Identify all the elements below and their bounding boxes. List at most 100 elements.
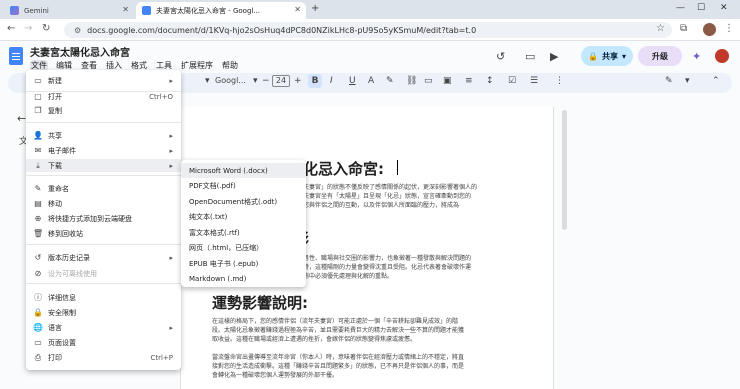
close-icon[interactable]: ✕ (294, 5, 301, 14)
add-shortcut-icon: ⊕ (34, 214, 42, 223)
download-format-option[interactable]: 网页（.html，已压缩） (181, 241, 306, 256)
meet-icon[interactable]: ▶ (550, 50, 558, 63)
decrease-font-button[interactable]: − (262, 76, 270, 86)
menu-help[interactable]: 帮助 (221, 60, 239, 71)
site-info-icon[interactable]: ⚙ (74, 26, 81, 35)
url-input[interactable]: ⚙ docs.google.com/document/d/1KVq-hjo2sO… (64, 22, 672, 38)
submenu-arrow-icon: ▸ (169, 146, 173, 155)
reload-icon[interactable]: ↻ (42, 23, 50, 34)
file-menu-item[interactable]: 🗑 移到回收站 (26, 227, 181, 240)
more-options-button[interactable]: ⋮ (555, 76, 564, 86)
italic-button[interactable]: I (330, 76, 333, 86)
file-menu-item[interactable]: ⎙ 打印 Ctrl+P (26, 351, 181, 364)
minimize-button[interactable]: — (676, 3, 685, 13)
increase-font-button[interactable]: + (294, 76, 302, 86)
bookmark-icon[interactable]: ☆ (656, 23, 665, 34)
heading-1: 化忌入命宮: (303, 160, 384, 178)
close-icon[interactable]: ✕ (122, 5, 129, 14)
download-format-option[interactable]: PDF文档(.pdf) (181, 179, 306, 194)
submenu-arrow-icon: ▸ (169, 76, 173, 85)
paragraph-4: 當流盤命宮出畫傳導至流年命宮（你本人）時，意味著伴侶在經濟壓力或情緒上的不穩定，… (212, 353, 542, 380)
menu-divider (26, 244, 181, 245)
history-icon[interactable]: ↺ (496, 50, 505, 63)
docs-icon (142, 6, 151, 15)
paragraph-line: 會轉化為一種破壞您個人運勢發展的外部干擾。 (212, 372, 339, 379)
download-format-option[interactable]: Markdown (.md) (181, 272, 306, 287)
file-menu-item[interactable]: ⊕ 将快捷方式添加到云端硬盘 (26, 212, 181, 225)
file-menu-item[interactable]: ❐ 复制 (26, 104, 181, 117)
document-title[interactable]: 夫妻宮太陽化忌入命宮 (30, 44, 130, 59)
file-menu-item[interactable]: ✎ 重命名 (26, 182, 181, 195)
image-icon[interactable]: ▣ (443, 76, 452, 86)
paragraph-line: 接對您的生活造成衝擊。這種「賺錢辛苦且問題繁多」的狀態，已不再只是伴侶個人的事，… (212, 363, 465, 370)
tab-gemini[interactable]: Gemini ✕ (4, 2, 134, 19)
font-family-dropdown[interactable]: Googl... (215, 76, 246, 85)
editing-mode-button[interactable]: ✎ (665, 76, 673, 86)
file-menu-item[interactable]: ▤ 移动 (26, 197, 181, 210)
file-menu-item-label: 重命名 (48, 184, 69, 193)
file-menu-item[interactable]: ↺ 版本历史记录 ▸ (26, 251, 181, 264)
line-spacing-icon[interactable]: ↕ (486, 76, 494, 86)
hide-menus-icon[interactable]: ⌃ (712, 76, 720, 86)
tab-label: Gemini (24, 6, 49, 15)
file-menu-item[interactable]: 🔒 安全限制 (26, 306, 181, 319)
menu-divider (26, 283, 181, 284)
new-tab-button[interactable]: + (311, 3, 319, 14)
new-icon: ▭ (34, 76, 42, 85)
gemini-icon (10, 6, 19, 15)
file-menu-item[interactable]: 🌐 语言 ▸ (26, 321, 181, 334)
maximize-button[interactable]: ☐ (697, 3, 705, 13)
download-format-option[interactable]: EPUB 电子书 (.epub) (181, 256, 306, 271)
address-bar-row: ← → ↻ ⚙ docs.google.com/document/d/1KVq-… (0, 19, 740, 41)
vertical-scrollbar[interactable] (562, 110, 567, 230)
text-color-button[interactable]: A (368, 76, 374, 86)
close-window-button[interactable]: ✕ (720, 3, 728, 13)
comment-icon[interactable]: ▭ (525, 50, 535, 63)
bullet-list-icon[interactable]: ☰ (530, 76, 538, 86)
download-format-option[interactable]: OpenDocument格式(.odt) (181, 194, 306, 209)
file-menu-item[interactable]: ⓘ 详细信息 (26, 291, 181, 304)
zoom-dropdown-chevron[interactable]: ▾ (205, 76, 210, 86)
extensions-icon[interactable]: ⧉ (680, 23, 687, 34)
font-size-input[interactable]: 24 (272, 75, 290, 87)
menu-extensions[interactable]: 扩展程序 (180, 60, 214, 71)
file-menu-item-label: 安全限制 (48, 308, 76, 317)
gemini-sparkle-icon[interactable]: ✦ (692, 50, 701, 63)
link-icon[interactable]: ⛓ (406, 76, 417, 86)
submenu-arrow-icon: ▸ (169, 131, 173, 140)
file-menu-item[interactable]: ✉ 电子邮件 ▸ (26, 144, 181, 157)
file-menu-item-label: 共享 (48, 131, 62, 140)
bold-button[interactable]: B (308, 74, 322, 88)
download-format-option[interactable]: Microsoft Word (.docx) (181, 163, 306, 178)
browser-menu-icon[interactable]: ⋮ (724, 23, 734, 34)
language-icon: 🌐 (33, 323, 43, 332)
file-menu-item-label: 语言 (48, 323, 62, 332)
align-icon[interactable]: ≡ (465, 76, 473, 86)
menu-divider (26, 175, 181, 176)
file-menu-item[interactable]: ⤓ 下载 ▸ (26, 159, 181, 172)
comment-add-icon[interactable]: ▭ (424, 76, 433, 86)
download-icon: ⤓ (36, 160, 40, 170)
back-icon[interactable]: ← (7, 23, 15, 34)
checklist-icon[interactable]: ☑ (508, 76, 516, 86)
history-icon: ↺ (34, 253, 42, 262)
file-menu-item[interactable]: ▭ 页面设置 (26, 336, 181, 349)
upgrade-button[interactable]: 升级 (638, 46, 682, 66)
docs-logo-icon[interactable] (9, 47, 23, 65)
forward-icon[interactable]: → (24, 23, 32, 34)
download-format-option[interactable]: 纯文本(.txt) (181, 210, 306, 225)
underline-button[interactable]: U (349, 76, 356, 86)
highlight-icon[interactable]: ✎ (386, 76, 394, 86)
url-text: docs.google.com/document/d/1KVq-hjo2sOsH… (87, 25, 477, 35)
tab-google-doc[interactable]: 夫妻宮太陽化忌入命宮 - Googl... ✕ (136, 2, 306, 19)
account-avatar[interactable] (715, 49, 729, 63)
share-button[interactable]: 🔒 共享 ▾ (581, 46, 633, 66)
file-menu-item[interactable]: ▭ 新建 ▸ (26, 74, 181, 87)
paragraph-line: 取收益。這種在職場或經濟上遭遇的挫折，會嫁伴侶的狀態變得焦慮或疲憊。 (212, 336, 417, 343)
download-format-option[interactable]: 富文本格式(.rtf) (181, 225, 306, 240)
chevron-down-icon[interactable]: ▾ (685, 76, 690, 86)
font-dropdown-chevron[interactable]: ▾ (253, 76, 258, 86)
outline-back-icon[interactable]: ← (17, 112, 26, 125)
profile-avatar[interactable] (703, 23, 716, 36)
file-menu-item[interactable]: 👤 共享 ▸ (26, 129, 181, 142)
